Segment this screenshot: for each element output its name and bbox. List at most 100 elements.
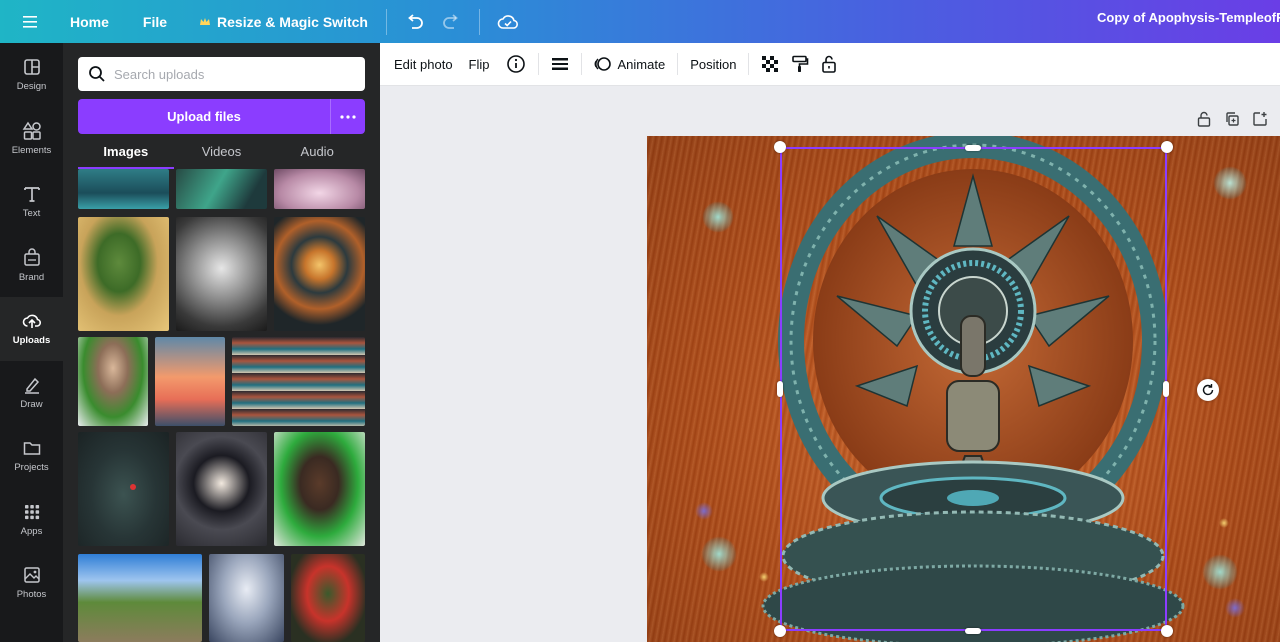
resize-handle-bottom-left[interactable] (774, 625, 786, 637)
rail-label: Draw (20, 398, 43, 410)
rail-item-text[interactable]: Text (0, 170, 63, 234)
resize-magic-switch-button[interactable]: Resize & Magic Switch (191, 14, 376, 30)
divider (478, 8, 480, 35)
resize-handle-bottom[interactable] (965, 628, 981, 634)
resize-handle-top-left[interactable] (774, 141, 786, 153)
edit-photo-button[interactable]: Edit photo (394, 57, 453, 72)
document-title[interactable]: Copy of Apophysis-TempleofRo (1097, 0, 1280, 43)
upload-thumbnail[interactable] (176, 169, 267, 209)
add-page-icon[interactable] (1252, 111, 1268, 127)
selection-frame[interactable] (780, 147, 1167, 631)
glow-orb (759, 572, 769, 582)
rail-item-apps[interactable]: Apps (0, 488, 63, 552)
crown-icon (200, 17, 211, 25)
animate-label: Animate (617, 56, 666, 72)
upload-thumbnail[interactable] (176, 217, 267, 331)
home-button[interactable]: Home (62, 14, 117, 30)
menu-button[interactable] (0, 0, 62, 43)
upload-thumbnail[interactable] (274, 169, 365, 209)
position-button[interactable]: Position (690, 57, 736, 72)
search-input[interactable] (114, 66, 354, 82)
file-menu[interactable]: File (135, 14, 175, 30)
rotate-button[interactable] (1197, 379, 1219, 401)
divider (537, 53, 539, 75)
rail-label: Brand (18, 271, 45, 283)
rail-item-uploads[interactable]: Uploads (0, 297, 63, 361)
rail-item-draw[interactable]: Draw (0, 361, 63, 425)
resize-handle-right[interactable] (1163, 381, 1169, 397)
upload-thumbnail[interactable] (291, 554, 365, 642)
upload-thumbnail[interactable] (78, 432, 169, 546)
glow-orb (1219, 518, 1229, 528)
search-icon (89, 66, 105, 82)
page-tools (1196, 111, 1268, 127)
upload-thumbnail[interactable] (274, 217, 365, 331)
upload-files-button[interactable]: Upload files (78, 99, 330, 134)
undo-button[interactable] (397, 4, 433, 40)
rail-label: Design (16, 81, 47, 93)
glow-orb (1213, 166, 1247, 200)
rail-item-design[interactable]: Design (0, 43, 63, 107)
text-icon (23, 187, 40, 203)
upload-thumbnail[interactable] (209, 554, 284, 642)
upload-cloud-icon (22, 314, 41, 329)
upload-thumbnail[interactable] (78, 217, 169, 331)
more-options-button[interactable] (330, 99, 365, 134)
context-toolbar: Edit photo Flip Animate Position (380, 43, 1280, 86)
media-tabs: Images Videos Audio (78, 139, 365, 169)
search-box[interactable] (78, 57, 365, 91)
rail-item-photos[interactable]: Photos (0, 551, 63, 615)
save-status-button[interactable] (490, 4, 526, 40)
paint-roller-icon (792, 55, 809, 72)
border-style-button[interactable] (551, 56, 569, 72)
animate-button[interactable]: Animate (594, 55, 666, 73)
rail-item-brand[interactable]: Brand (0, 234, 63, 298)
resize-handle-left[interactable] (777, 381, 783, 397)
transparency-button[interactable] (761, 55, 779, 73)
design-icon (23, 59, 40, 76)
resize-handle-top[interactable] (965, 145, 981, 151)
hamburger-icon (23, 15, 37, 28)
divider (385, 8, 387, 35)
tab-audio[interactable]: Audio (269, 139, 365, 169)
top-bar: Home File Resize & Magic Switch Copy of … (0, 0, 1280, 43)
upload-row: Upload files (78, 99, 365, 134)
photo-icon (23, 567, 40, 583)
rail-item-projects[interactable]: Projects (0, 424, 63, 488)
duplicate-page-icon[interactable] (1224, 111, 1240, 127)
apps-grid-icon (24, 504, 39, 519)
cloud-check-icon (497, 14, 518, 29)
left-rail: Design Elements Text Brand Uploads Draw … (0, 43, 63, 642)
rail-item-elements[interactable]: Elements (0, 107, 63, 171)
copy-style-button[interactable] (791, 55, 809, 73)
glow-orb (701, 536, 737, 572)
rail-label: Text (22, 208, 41, 220)
glow-orb (695, 502, 713, 520)
tab-videos[interactable]: Videos (174, 139, 270, 169)
upload-thumbnail[interactable] (78, 169, 169, 209)
folder-icon (23, 442, 40, 455)
upload-thumbnail[interactable] (274, 432, 365, 546)
resize-handle-bottom-right[interactable] (1161, 625, 1173, 637)
flip-button[interactable]: Flip (469, 57, 490, 72)
brand-icon (23, 248, 40, 266)
info-icon (506, 55, 525, 73)
info-button[interactable] (506, 54, 526, 74)
tab-images[interactable]: Images (78, 139, 174, 169)
upload-thumbnail[interactable] (78, 337, 148, 426)
border-lines-icon (551, 58, 568, 70)
resize-label: Resize & Magic Switch (217, 13, 368, 30)
undo-icon (408, 13, 423, 29)
redo-button[interactable] (433, 4, 469, 40)
upload-thumbnail[interactable] (232, 337, 365, 426)
upload-thumbnail[interactable] (155, 337, 225, 426)
upload-thumbnail[interactable] (176, 432, 267, 546)
resize-handle-top-right[interactable] (1161, 141, 1173, 153)
lock-page-icon[interactable] (1196, 111, 1212, 127)
glow-orb (1225, 598, 1245, 618)
upload-thumbnail[interactable] (78, 554, 202, 642)
glow-orb (1202, 554, 1238, 590)
glow-orb (702, 201, 734, 233)
lock-button[interactable] (821, 55, 837, 73)
lock-icon (822, 55, 837, 73)
